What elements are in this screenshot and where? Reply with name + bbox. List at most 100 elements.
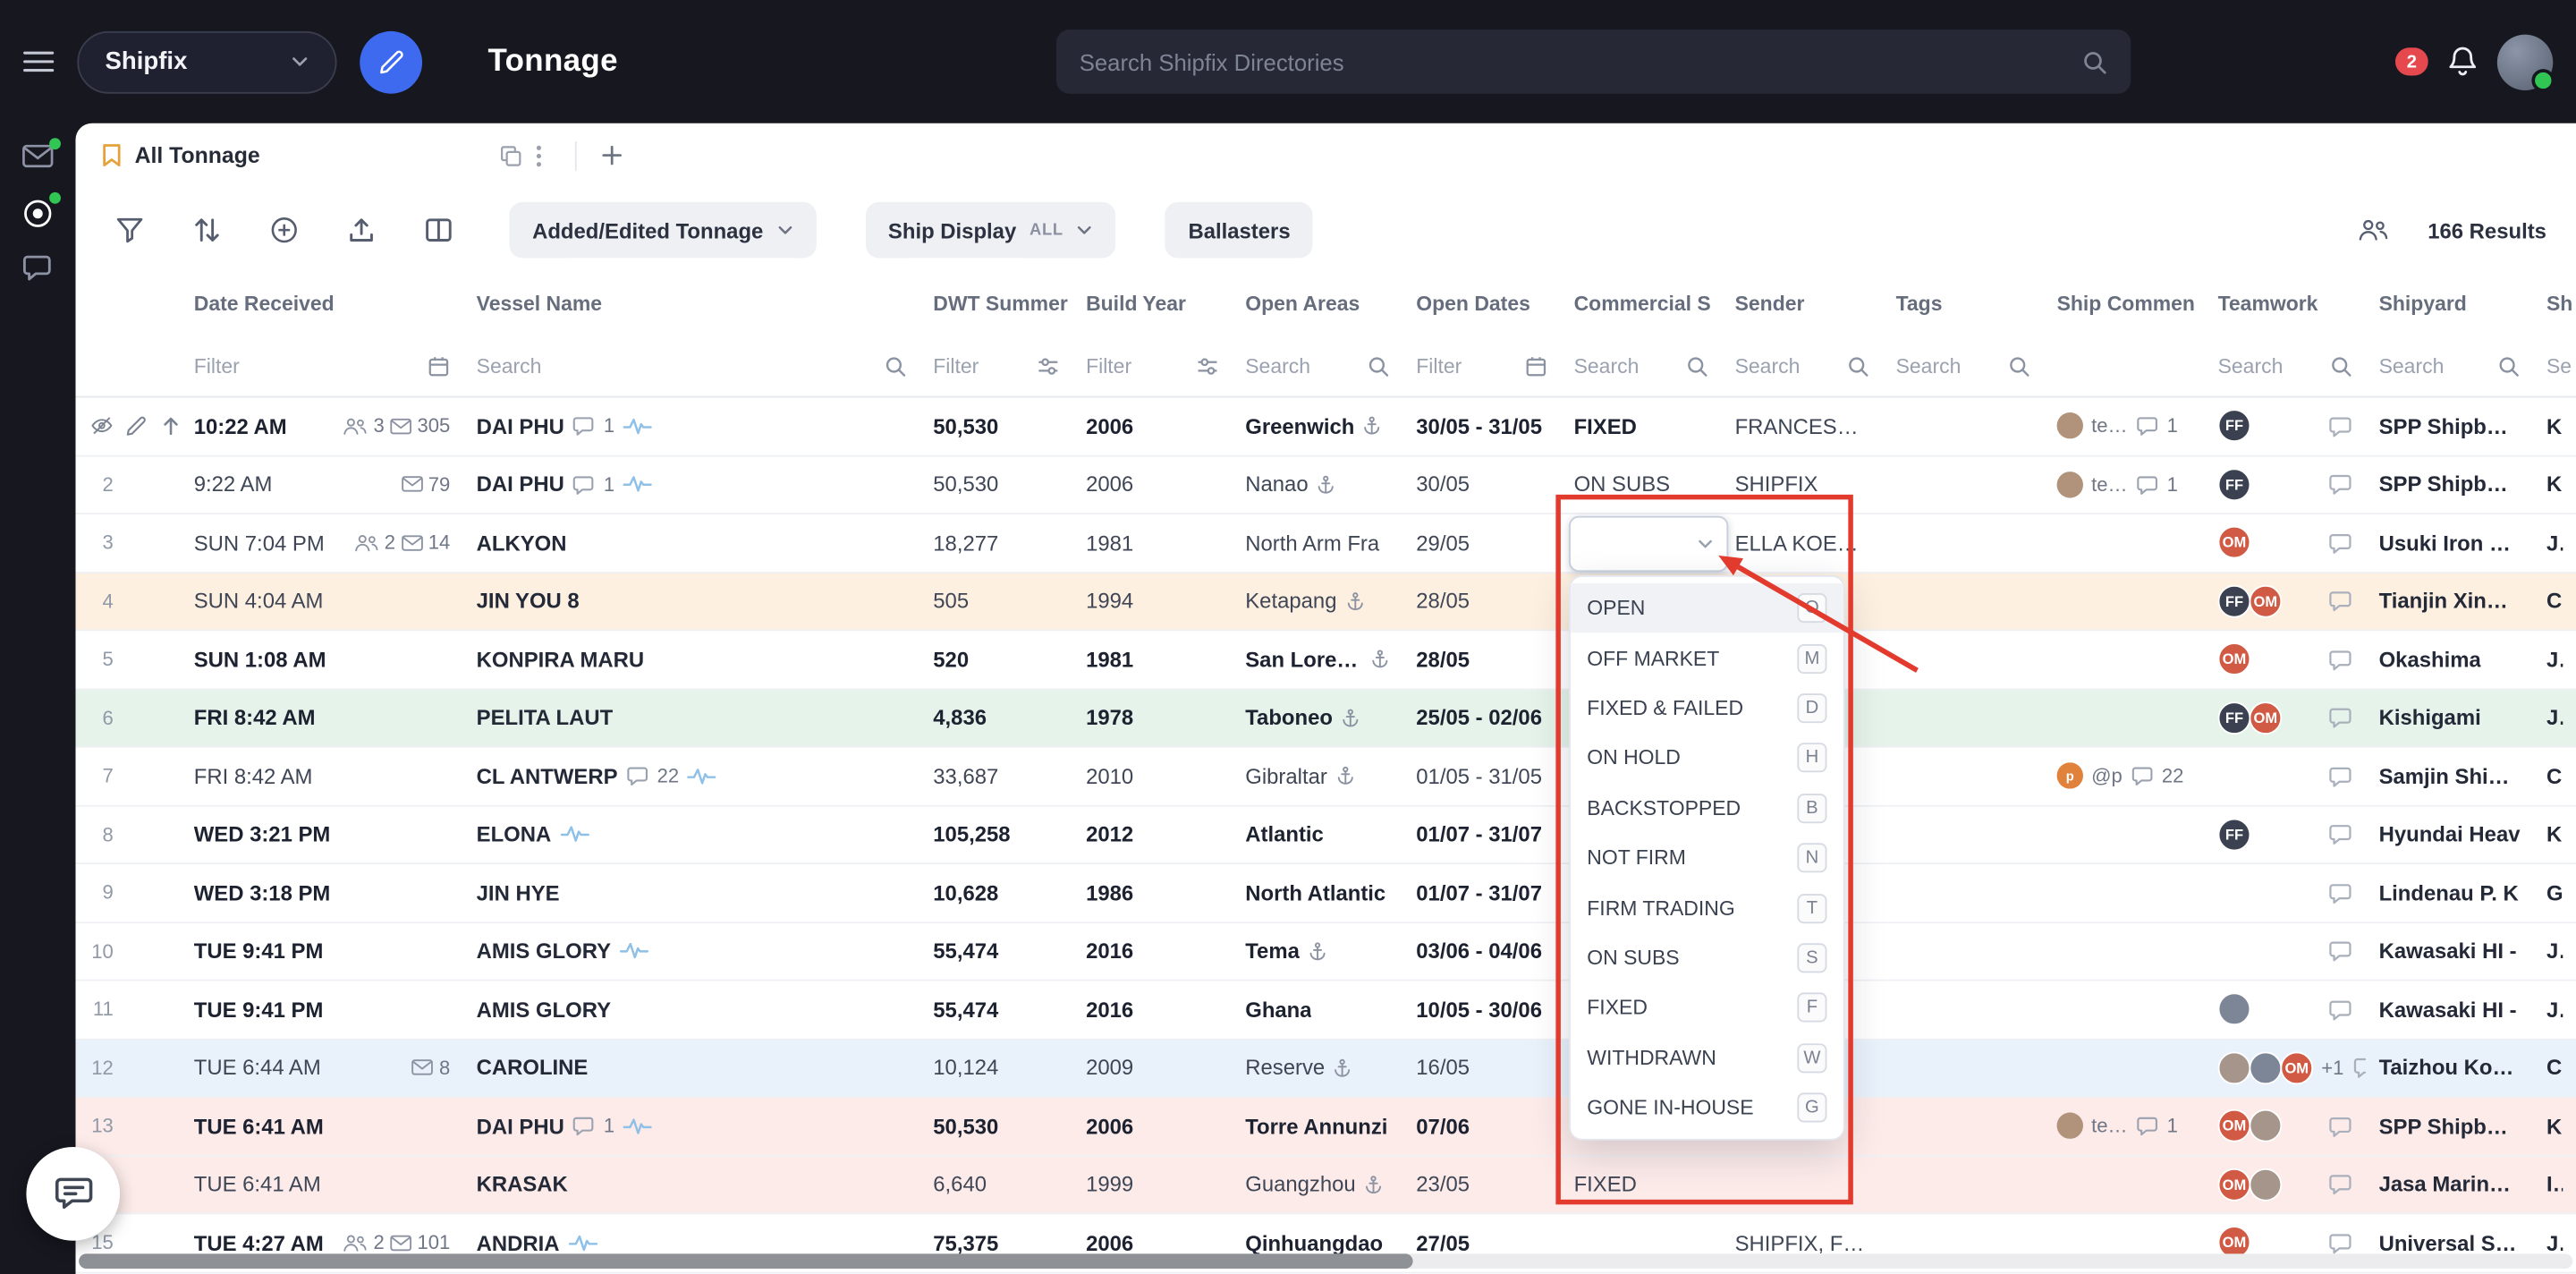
status-option-fixed[interactable]: FIXEDF [1571, 983, 1843, 1033]
filter-vessel[interactable]: Search [463, 354, 920, 378]
status-option-on-subs[interactable]: ON SUBSS [1571, 933, 1843, 983]
teammate-avatar[interactable] [2218, 993, 2251, 1026]
filter-build[interactable]: Filter [1072, 354, 1232, 378]
scrollbar-thumb[interactable] [79, 1253, 1412, 1269]
status-option-fixed-failed[interactable]: FIXED & FAILEDD [1571, 684, 1843, 734]
table-row[interactable]: 3SUN 7:04 PM214ALKYON18,2771981North Arm… [75, 514, 2576, 573]
tab-all-tonnage[interactable]: All Tonnage [82, 123, 562, 188]
filter-dwt[interactable]: Filter [920, 354, 1073, 378]
column-header-date[interactable]: Date Received [181, 289, 463, 318]
workspace-switcher[interactable]: Shipfix [77, 30, 336, 93]
teammate-avatar[interactable]: FF [2218, 701, 2251, 735]
status-option-on-hold[interactable]: ON HOLDH [1571, 733, 1843, 783]
filter-country[interactable]: Se [2533, 354, 2576, 378]
table-row[interactable]: 10:22 AM3305DAI PHU150,5302006Greenwich3… [75, 397, 2576, 455]
status-option-firm-trading[interactable]: FIRM TRADINGT [1571, 883, 1843, 933]
table-row[interactable]: 5SUN 1:08 AMKONPIRA MARU5201981San Loren… [75, 631, 2576, 689]
teamwork-filter-icon[interactable] [2357, 218, 2388, 242]
duplicate-view-icon[interactable] [499, 144, 522, 167]
cell-commercial-status[interactable]: FIXED [1561, 1172, 1722, 1197]
table-row[interactable]: 12TUE 6:44 AM8CAROLINE10,1242009Reserve1… [75, 1040, 2576, 1098]
filter-commercial[interactable]: Search [1561, 354, 1722, 378]
ballasters-button[interactable]: Ballasters [1165, 202, 1314, 258]
teammate-avatar[interactable] [2249, 1109, 2282, 1142]
filter-tags[interactable]: Search [1883, 354, 2044, 378]
table-row[interactable]: 11TUE 9:41 PMAMIS GLORY55,4742016Ghana10… [75, 981, 2576, 1040]
status-option-gone-in-house[interactable]: GONE IN-HOUSEG [1571, 1083, 1843, 1133]
teammate-avatar[interactable] [2218, 1051, 2251, 1084]
teammate-avatar[interactable]: OM [2218, 643, 2251, 676]
tab-menu-icon[interactable] [536, 144, 542, 167]
global-search-input[interactable] [1080, 48, 2065, 74]
teammate-avatar[interactable]: OM [2249, 701, 2282, 735]
add-tonnage-button[interactable] [257, 202, 312, 258]
teammate-avatar[interactable]: FF [2218, 584, 2251, 617]
ship-display-dropdown[interactable]: Ship Display ALL [865, 202, 1115, 258]
column-header-commercial[interactable]: Commercial S [1561, 289, 1722, 318]
status-option-withdrawn[interactable]: WITHDRAWNW [1571, 1032, 1843, 1083]
compose-button[interactable] [360, 30, 422, 93]
filter-teamwork[interactable]: Search [2205, 354, 2366, 378]
table-row[interactable]: 4SUN 4:04 AMJIN YOU 85051994Ketapang28/0… [75, 573, 2576, 631]
filter-date[interactable]: Filter [181, 354, 463, 378]
cell-commercial-status[interactable]: FIXED [1561, 413, 1722, 438]
column-header-vessel[interactable]: Vessel Name [463, 289, 920, 318]
table-row[interactable]: 7FRI 8:42 AMCL ANTWERP2233,6872010Gibral… [75, 748, 2576, 806]
teammate-avatar[interactable]: OM [2280, 1051, 2313, 1084]
add-tab-button[interactable] [589, 134, 632, 177]
support-chat-launcher[interactable] [26, 1147, 120, 1241]
export-button[interactable] [334, 202, 389, 258]
status-option-not-firm[interactable]: NOT FIRMN [1571, 833, 1843, 883]
column-header-build[interactable]: Build Year [1072, 289, 1232, 318]
global-search[interactable] [1056, 30, 2131, 94]
column-header-dwt[interactable]: DWT Summer [920, 289, 1073, 318]
row-hover-tools[interactable] [75, 414, 181, 437]
filter-shipyard[interactable]: Search [2366, 354, 2533, 378]
status-option-off-market[interactable]: OFF MARKETM [1571, 633, 1843, 684]
column-header-shipyard[interactable]: Shipyard [2366, 289, 2533, 318]
filter-areas[interactable]: Search [1233, 354, 1403, 378]
teammate-avatar[interactable]: FF [2218, 818, 2251, 851]
teammate-avatar[interactable]: OM [2249, 584, 2282, 617]
teammate-avatar[interactable]: FF [2218, 468, 2251, 501]
status-combobox-input[interactable] [1584, 531, 1698, 556]
horizontal-scrollbar[interactable] [79, 1253, 2572, 1269]
column-header-areas[interactable]: Open Areas [1233, 289, 1403, 318]
teammate-avatar[interactable]: OM [2218, 526, 2251, 559]
user-avatar[interactable] [2497, 34, 2553, 89]
cell-commercial-status[interactable]: ON SUBS [1561, 472, 1722, 497]
table-row[interactable]: 9WED 3:18 PMJIN HYE10,6281986North Atlan… [75, 864, 2576, 922]
cell-dwt-summer: 520 [920, 647, 1073, 672]
added-edited-tonnage-dropdown[interactable]: Added/Edited Tonnage [509, 202, 816, 258]
status-option-backstopped[interactable]: BACKSTOPPEDB [1571, 783, 1843, 833]
status-option-open[interactable]: OPENO [1571, 583, 1843, 633]
filter-sender[interactable]: Search [1722, 354, 1883, 378]
menu-icon[interactable] [23, 49, 55, 74]
column-header-country[interactable]: Sh [2533, 289, 2576, 318]
table-row[interactable]: 6FRI 8:42 AMPELITA LAUT4,8361978Taboneo2… [75, 690, 2576, 748]
table-row[interactable]: 10TUE 9:41 PMAMIS GLORY55,4742016Tema03/… [75, 922, 2576, 981]
bell-icon[interactable] [2446, 45, 2479, 80]
teammate-avatar[interactable]: OM [2218, 1109, 2251, 1142]
columns-button[interactable] [411, 202, 466, 258]
teammate-avatar[interactable]: OM [2218, 1168, 2251, 1201]
table-row[interactable]: 29:22 AM79DAI PHU150,5302006Nanao30/05ON… [75, 456, 2576, 514]
column-header-sender[interactable]: Sender [1722, 289, 1883, 318]
column-header-teamwork[interactable]: Teamwork [2205, 289, 2366, 318]
column-header-dates[interactable]: Open Dates [1403, 289, 1561, 318]
sidebar-item-tonnage[interactable] [21, 197, 55, 230]
filter-dates[interactable]: Filter [1403, 354, 1561, 378]
sidebar-item-inbox[interactable] [21, 143, 55, 176]
column-header-shipcomments[interactable]: Ship Commen [2044, 289, 2205, 318]
sort-button[interactable] [179, 202, 234, 258]
sidebar-item-chat[interactable] [21, 251, 55, 285]
teammate-avatar[interactable] [2249, 1051, 2282, 1084]
teammate-avatar[interactable] [2249, 1168, 2282, 1201]
table-row[interactable]: 14TUE 6:41 AMKRASAK6,6401999Guangzhou23/… [75, 1156, 2576, 1214]
table-row[interactable]: 13TUE 6:41 AMDAI PHU150,5302006Torre Ann… [75, 1098, 2576, 1156]
filter-button[interactable] [102, 202, 157, 258]
column-header-tags[interactable]: Tags [1883, 289, 2044, 318]
status-combobox[interactable] [1569, 516, 1728, 572]
table-row[interactable]: 8WED 3:21 PMELONA105,2582012Atlantic01/0… [75, 806, 2576, 864]
teammate-avatar[interactable]: FF [2218, 410, 2251, 443]
